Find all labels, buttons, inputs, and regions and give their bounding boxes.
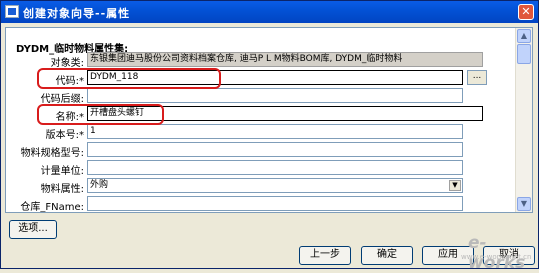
row-code-suffix: 代码后缀: xyxy=(6,88,516,105)
material-attr-label: 物料属性: xyxy=(40,184,84,195)
name-highlight xyxy=(37,104,164,125)
code-browse-button[interactable]: ... xyxy=(467,70,487,85)
watermark-url: www.e-works.net.cn xyxy=(461,253,532,261)
warehouse-label: 仓库_FName: xyxy=(20,202,84,213)
prev-button[interactable]: 上一步 xyxy=(299,246,351,265)
dialog-window: 创建对象向导--属性 ✕ DYDM_临时物料属性集: 对象类: 东银集团迪马股份… xyxy=(0,0,539,273)
code-suffix-label: 代码后缀: xyxy=(40,94,84,105)
code-suffix-input[interactable] xyxy=(87,88,463,103)
code-highlight xyxy=(37,68,221,89)
row-spec-model: 物料规格型号: xyxy=(6,142,516,159)
window-title: 创建对象向导--属性 xyxy=(23,7,131,20)
chevron-down-icon[interactable]: ▼ xyxy=(449,180,461,191)
row-warehouse: 仓库_FName: xyxy=(6,196,516,212)
row-material-attr: 物料属性: 外购 ▼ xyxy=(6,178,516,195)
options-button[interactable]: 选项... xyxy=(9,220,57,239)
unit-label: 计量单位: xyxy=(40,166,84,177)
properties-panel: DYDM_临时物料属性集: 对象类: 东银集团迪马股份公司资料档案仓库, 迪马P… xyxy=(5,27,533,213)
version-label: 版本号:* xyxy=(45,130,84,141)
title-bar[interactable]: 创建对象向导--属性 ✕ xyxy=(1,1,538,23)
unit-input[interactable] xyxy=(87,160,463,175)
version-input[interactable]: 1 xyxy=(87,124,463,139)
scroll-thumb[interactable] xyxy=(517,44,531,64)
vertical-scrollbar[interactable]: ▲ ▼ xyxy=(515,28,532,212)
row-version: 版本号:* 1 xyxy=(6,124,516,141)
material-attr-select[interactable]: 外购 ▼ xyxy=(87,178,463,193)
row-unit: 计量单位: xyxy=(6,160,516,177)
row-object-class: 对象类: 东银集团迪马股份公司资料档案仓库, 迪马P L M物料BOM库, DY… xyxy=(6,52,516,69)
spec-model-input[interactable] xyxy=(87,142,463,157)
ok-button[interactable]: 确定 xyxy=(361,246,413,265)
app-icon xyxy=(5,5,19,18)
close-button[interactable]: ✕ xyxy=(518,4,534,20)
scroll-up-icon[interactable]: ▲ xyxy=(517,29,531,43)
object-class-label: 对象类: xyxy=(50,58,84,69)
warehouse-input[interactable] xyxy=(87,196,463,211)
spec-model-label: 物料规格型号: xyxy=(20,148,84,159)
scroll-down-icon[interactable]: ▼ xyxy=(517,197,531,211)
material-attr-value: 外购 xyxy=(90,180,109,190)
object-class-field: 东银集团迪马股份公司资料档案仓库, 迪马P L M物料BOM库, DYDM_临时… xyxy=(87,52,483,67)
